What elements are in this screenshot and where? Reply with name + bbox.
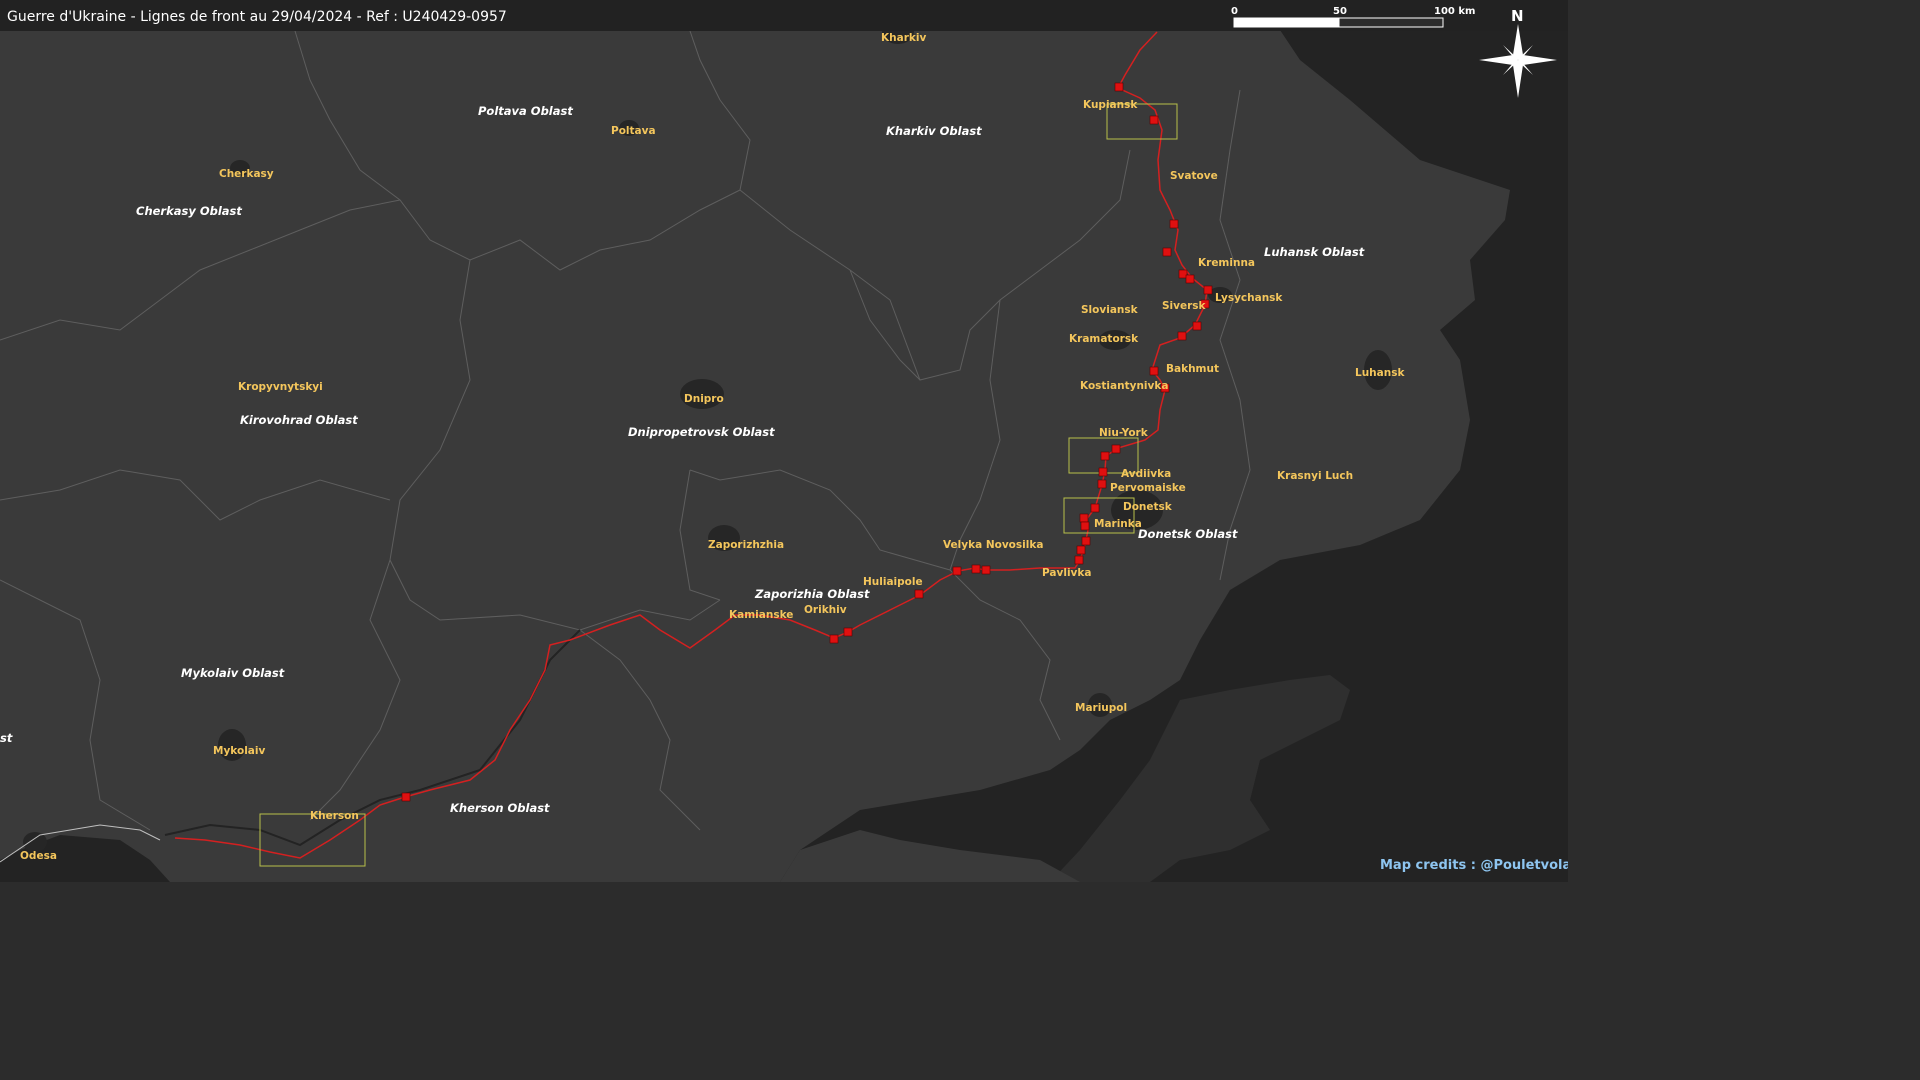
marker <box>1203 285 1213 295</box>
marker <box>1097 479 1107 489</box>
city-label-avdiivka: Avdiivka <box>1121 468 1171 480</box>
city-label-siversk: Siversk <box>1162 300 1207 312</box>
oblast-label-dnipropetrovsk: Dnipropetrovsk Oblast <box>628 425 775 439</box>
map-credits: Map credits : @Pouletvolant3 <box>1380 858 1568 873</box>
city-label-kupiansk: Kupiansk <box>1083 99 1138 111</box>
city-label-bakhmut: Bakhmut <box>1166 363 1219 375</box>
oblast-label-donetsk: Donetsk Oblast <box>1138 527 1238 541</box>
city-label-krasnyi-luch: Krasnyi Luch <box>1277 470 1353 482</box>
city-label-zaporizhzhia: Zaporizhzhia <box>708 539 784 551</box>
marker <box>971 564 981 574</box>
city-label-kramatorsk: Kramatorsk <box>1069 333 1139 345</box>
city-label-sloviansk: Sloviansk <box>1081 304 1139 316</box>
city-label-orikhiv: Orikhiv <box>804 604 847 616</box>
scale-label-50: 50 <box>1333 6 1347 17</box>
map-canvas[interactable]: Kharkiv Kupiansk Poltava Svatove Cherkas… <box>0 0 1568 882</box>
marker <box>1169 219 1179 229</box>
oblast-label-kharkiv: Kharkiv Oblast <box>886 124 982 138</box>
marker <box>1149 115 1159 125</box>
city-label-luhansk: Luhansk <box>1355 367 1405 379</box>
oblast-label-kherson: Kherson Oblast <box>450 801 550 815</box>
oblast-label-zaporizhia: Zaporizhia Oblast <box>754 587 870 601</box>
oblast-label-luhansk: Luhansk Oblast <box>1264 245 1365 259</box>
marker <box>1080 521 1090 531</box>
marker <box>829 634 839 644</box>
city-label-svatove: Svatove <box>1170 170 1218 182</box>
marker <box>1076 545 1086 555</box>
marker <box>1098 467 1108 477</box>
city-label-cherkasy: Cherkasy <box>219 168 274 180</box>
marker <box>1081 536 1091 546</box>
city-label-marinka: Marinka <box>1094 518 1142 530</box>
city-label-kharkiv: Kharkiv <box>881 32 926 44</box>
marker <box>1149 366 1159 376</box>
city-label-kamianske: Kamianske <box>729 609 793 621</box>
scale-label-100: 100 km <box>1434 6 1475 17</box>
city-label-velyka-novosilka: Velyka Novosilka <box>943 539 1043 551</box>
marker <box>1162 247 1172 257</box>
city-label-dnipro: Dnipro <box>684 393 724 405</box>
oblast-label-kirovohrad: Kirovohrad Oblast <box>240 413 358 427</box>
marker <box>843 627 853 637</box>
map-title: Guerre d'Ukraine - Lignes de front au 29… <box>7 9 507 25</box>
map-view[interactable]: Kharkiv Kupiansk Poltava Svatove Cherkas… <box>0 0 1568 882</box>
oblast-label-mykolaiv: Mykolaiv Oblast <box>181 666 285 680</box>
marker <box>1192 321 1202 331</box>
city-label-kherson: Kherson <box>310 810 359 822</box>
marker <box>914 589 924 599</box>
marker <box>1114 82 1124 92</box>
marker <box>981 565 991 575</box>
scale-label-0: 0 <box>1231 6 1238 17</box>
oblast-label-poltava: Poltava Oblast <box>478 104 573 118</box>
oblast-label-cherkasy: Cherkasy Oblast <box>136 204 242 218</box>
marker <box>1111 444 1121 454</box>
city-label-lysychansk: Lysychansk <box>1215 292 1283 304</box>
marker <box>1100 451 1110 461</box>
city-label-kostiantynivka: Kostiantynivka <box>1080 380 1168 392</box>
oblast-label-fragment: st <box>0 731 13 745</box>
marker <box>1090 503 1100 513</box>
city-label-odesa: Odesa <box>20 850 57 862</box>
city-label-huliaipole: Huliaipole <box>863 576 923 588</box>
city-label-kropyvnytskyi: Kropyvnytskyi <box>238 381 323 393</box>
compass-n-label: N <box>1511 7 1524 25</box>
marker <box>1074 555 1084 565</box>
marker <box>952 566 962 576</box>
marker <box>1079 513 1089 523</box>
city-label-mykolaiv: Mykolaiv <box>213 745 265 757</box>
marker <box>401 792 411 802</box>
city-label-pervomaiske: Pervomaiske <box>1110 482 1186 494</box>
city-label-poltava: Poltava <box>611 125 656 137</box>
city-label-pavlivka: Pavlivka <box>1042 567 1091 579</box>
city-label-niu-york: Niu-York <box>1099 427 1149 439</box>
city-label-mariupol: Mariupol <box>1075 702 1127 714</box>
marker <box>1177 331 1187 341</box>
marker <box>1185 274 1195 284</box>
city-label-kreminna: Kreminna <box>1198 257 1255 269</box>
city-label-donetsk: Donetsk <box>1123 501 1173 513</box>
